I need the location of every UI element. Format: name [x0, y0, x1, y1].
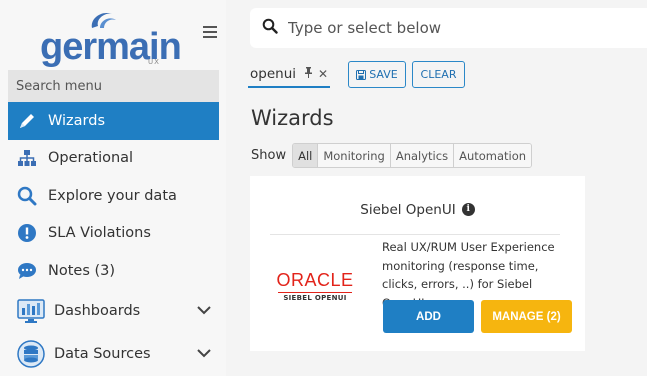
filter-option-automation[interactable]: Automation [453, 144, 532, 167]
sidebar-item-notes[interactable]: Notes (3) [8, 252, 219, 290]
sidebar-item-sla-violations[interactable]: SLA Violations [8, 215, 219, 253]
hamburger-menu-icon[interactable] [203, 26, 217, 40]
search-menu-input[interactable] [8, 70, 219, 102]
card-title: Siebel OpenUI i [250, 202, 585, 218]
global-search-input[interactable] [288, 19, 628, 37]
sidebar-item-label: Data Sources [54, 346, 151, 362]
info-icon[interactable]: i [461, 202, 475, 216]
filter-option-all[interactable]: All [293, 144, 318, 167]
comment-icon [16, 260, 38, 282]
sidebar-menu: Wizards Operational Explore your data SL… [8, 102, 219, 376]
main-content: openui ✕ SAVE CLEAR Wizards Show All Mon… [226, 0, 647, 376]
sidebar-item-label: Notes (3) [48, 262, 116, 279]
exclamation-circle-icon [16, 222, 38, 244]
save-button[interactable]: SAVE [348, 61, 406, 88]
database-icon [16, 339, 46, 369]
filter-option-analytics[interactable]: Analytics [389, 144, 454, 167]
sidebar-item-label: Explore your data [48, 187, 177, 204]
logo-subtext: SIEBEL OPENUI [283, 294, 347, 302]
save-disk-icon [356, 69, 367, 80]
filter-option-monitoring[interactable]: Monitoring [317, 144, 390, 167]
filter-segmented-control: All Monitoring Analytics Automation [292, 143, 533, 168]
search-icon [16, 185, 38, 207]
sidebar-item-explore[interactable]: Explore your data [8, 177, 219, 215]
save-button-label: SAVE [369, 68, 398, 81]
category-filter: Show All Monitoring Analytics Automation [251, 143, 533, 168]
sidebar-item-data-sources[interactable]: Data Sources [8, 333, 219, 376]
tab-label: openui [250, 66, 296, 82]
sidebar: germain UX Wizards Operational Explore y… [0, 0, 226, 376]
close-icon[interactable]: ✕ [318, 67, 328, 81]
global-search-bar[interactable] [250, 8, 647, 48]
logo-subtext: UX [148, 58, 160, 66]
chevron-down-icon[interactable] [197, 346, 211, 362]
chevron-down-icon[interactable] [197, 303, 211, 319]
sidebar-item-label: SLA Violations [48, 225, 151, 242]
sitemap-icon [16, 147, 38, 169]
search-icon [262, 18, 278, 38]
tab-openui[interactable]: openui ✕ [248, 62, 331, 88]
logo-wordmark: ORACLE [276, 270, 354, 290]
manage-button[interactable]: MANAGE (2) [481, 300, 572, 333]
oracle-siebel-logo: ORACLE SIEBEL OPENUI [270, 270, 360, 310]
clear-button-label: CLEAR [420, 68, 457, 81]
sidebar-item-wizards[interactable]: Wizards [8, 102, 219, 140]
filter-show-label: Show [251, 148, 287, 163]
dashboard-monitor-icon [16, 296, 46, 326]
add-button[interactable]: ADD [383, 300, 474, 333]
sidebar-item-label: Operational [48, 150, 134, 167]
germain-logo[interactable]: germain UX [36, 8, 182, 70]
page-title: Wizards [251, 106, 334, 130]
wizard-card: Siebel OpenUI i ORACLE SIEBEL OPENUI Real… [250, 176, 585, 351]
pin-icon[interactable] [304, 67, 313, 81]
sidebar-item-operational[interactable]: Operational [8, 140, 219, 178]
card-divider [270, 234, 560, 235]
clear-button[interactable]: CLEAR [412, 61, 465, 88]
sidebar-item-label: Dashboards [54, 303, 141, 319]
sidebar-item-dashboards[interactable]: Dashboards [8, 290, 219, 333]
pencil-icon [16, 110, 38, 132]
sidebar-item-label: Wizards [48, 112, 106, 129]
card-title-text: Siebel OpenUI [360, 202, 456, 218]
